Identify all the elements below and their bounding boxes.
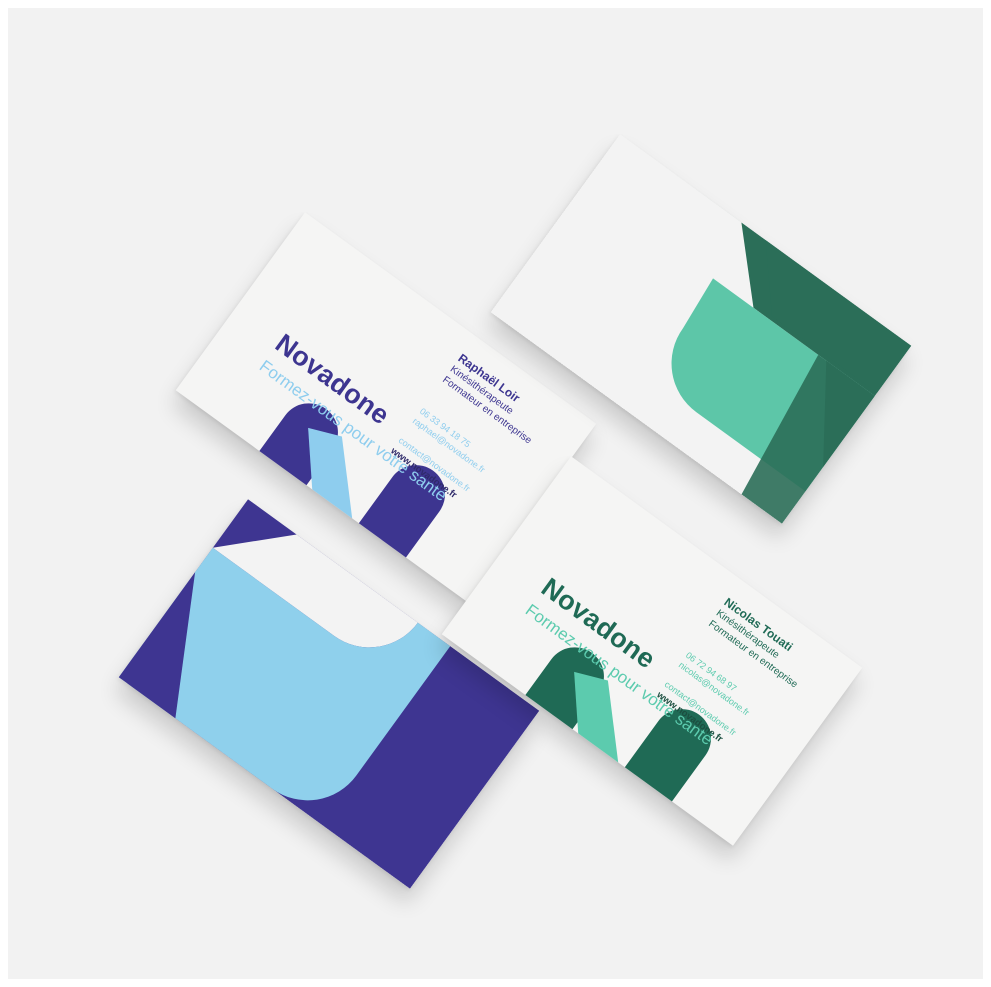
mockup-scene: Novadone Formez-vous pour votre santé Ra…: [8, 8, 983, 979]
